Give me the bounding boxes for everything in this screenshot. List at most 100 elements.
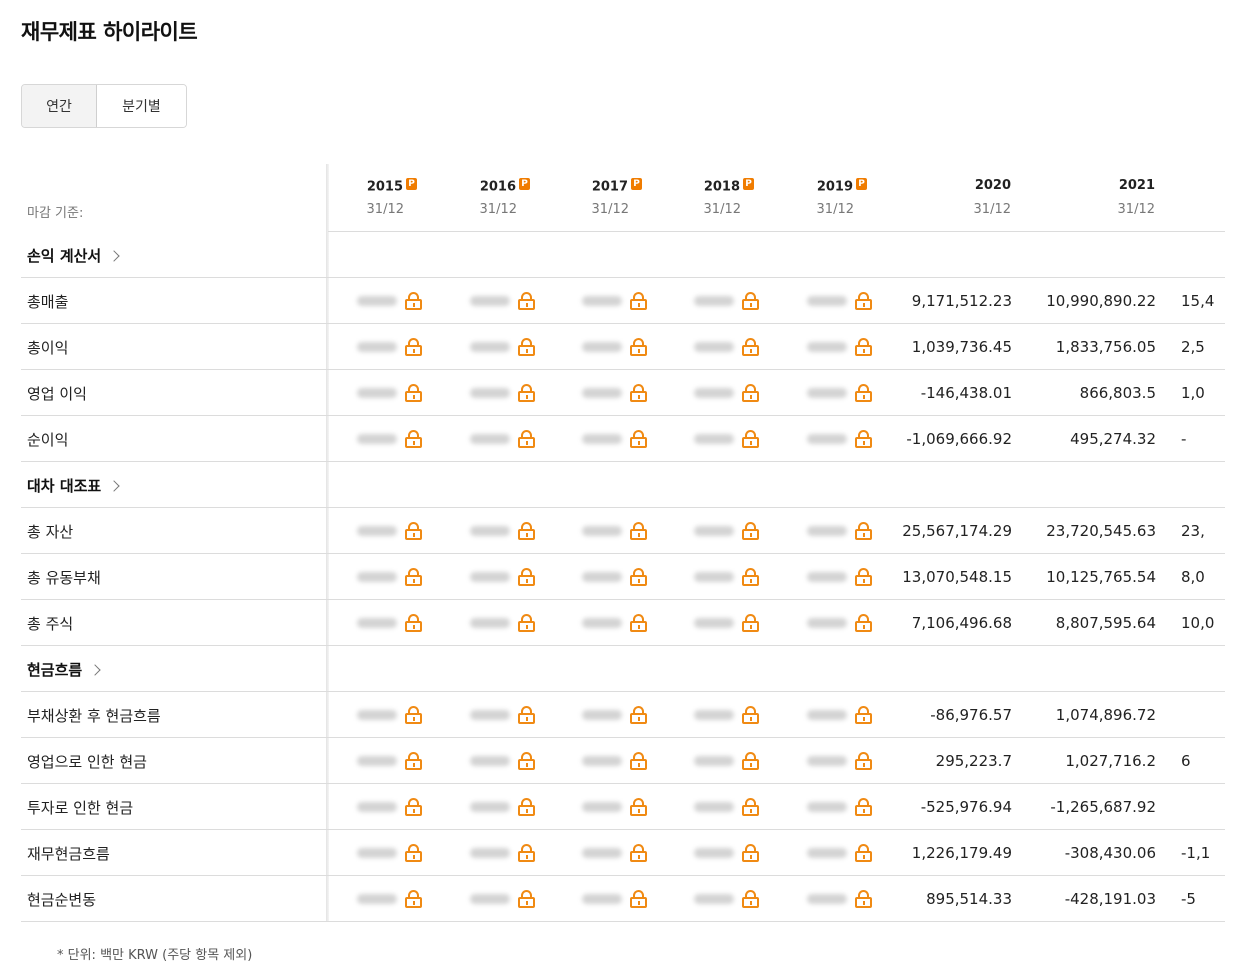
locked-value[interactable]: [470, 830, 535, 876]
locked-value[interactable]: [694, 600, 759, 646]
lock-icon[interactable]: [742, 292, 759, 310]
section-link[interactable]: 손익 계산서: [27, 232, 120, 278]
lock-icon[interactable]: [855, 614, 872, 632]
locked-value[interactable]: [807, 784, 872, 830]
locked-value[interactable]: [357, 738, 422, 784]
lock-icon[interactable]: [855, 844, 872, 862]
locked-value[interactable]: [807, 278, 872, 324]
locked-value[interactable]: [582, 278, 647, 324]
pro-badge-icon[interactable]: P: [743, 178, 754, 190]
locked-value[interactable]: [470, 416, 535, 462]
locked-value[interactable]: [357, 416, 422, 462]
locked-value[interactable]: [357, 370, 422, 416]
locked-value[interactable]: [470, 600, 535, 646]
locked-value[interactable]: [357, 278, 422, 324]
locked-value[interactable]: [582, 554, 647, 600]
lock-icon[interactable]: [855, 890, 872, 908]
lock-icon[interactable]: [405, 798, 422, 816]
lock-icon[interactable]: [518, 614, 535, 632]
locked-value[interactable]: [582, 370, 647, 416]
locked-value[interactable]: [470, 370, 535, 416]
pro-badge-icon[interactable]: P: [856, 178, 867, 190]
lock-icon[interactable]: [518, 706, 535, 724]
lock-icon[interactable]: [405, 752, 422, 770]
locked-value[interactable]: [807, 370, 872, 416]
lock-icon[interactable]: [518, 568, 535, 586]
lock-icon[interactable]: [855, 430, 872, 448]
locked-value[interactable]: [357, 784, 422, 830]
lock-icon[interactable]: [518, 338, 535, 356]
lock-icon[interactable]: [405, 292, 422, 310]
tab-annual[interactable]: 연간: [22, 85, 97, 127]
locked-value[interactable]: [470, 738, 535, 784]
lock-icon[interactable]: [630, 614, 647, 632]
lock-icon[interactable]: [405, 890, 422, 908]
locked-value[interactable]: [694, 876, 759, 922]
locked-value[interactable]: [807, 416, 872, 462]
lock-icon[interactable]: [855, 752, 872, 770]
locked-value[interactable]: [470, 784, 535, 830]
lock-icon[interactable]: [630, 384, 647, 402]
pro-badge-icon[interactable]: P: [519, 178, 530, 190]
lock-icon[interactable]: [630, 522, 647, 540]
lock-icon[interactable]: [855, 798, 872, 816]
lock-icon[interactable]: [742, 890, 759, 908]
lock-icon[interactable]: [855, 706, 872, 724]
locked-value[interactable]: [807, 830, 872, 876]
lock-icon[interactable]: [742, 844, 759, 862]
locked-value[interactable]: [694, 830, 759, 876]
lock-icon[interactable]: [405, 706, 422, 724]
locked-value[interactable]: [357, 876, 422, 922]
lock-icon[interactable]: [518, 384, 535, 402]
section-link[interactable]: 대차 대조표: [27, 462, 120, 508]
lock-icon[interactable]: [855, 522, 872, 540]
locked-value[interactable]: [694, 554, 759, 600]
locked-value[interactable]: [807, 554, 872, 600]
lock-icon[interactable]: [630, 292, 647, 310]
section-link[interactable]: 현금흐름: [27, 646, 101, 692]
lock-icon[interactable]: [518, 292, 535, 310]
locked-value[interactable]: [807, 600, 872, 646]
locked-value[interactable]: [357, 324, 422, 370]
lock-icon[interactable]: [405, 384, 422, 402]
lock-icon[interactable]: [742, 752, 759, 770]
lock-icon[interactable]: [518, 890, 535, 908]
locked-value[interactable]: [357, 554, 422, 600]
locked-value[interactable]: [582, 324, 647, 370]
lock-icon[interactable]: [855, 384, 872, 402]
lock-icon[interactable]: [405, 522, 422, 540]
pro-badge-icon[interactable]: P: [631, 178, 642, 190]
lock-icon[interactable]: [742, 706, 759, 724]
lock-icon[interactable]: [855, 292, 872, 310]
locked-value[interactable]: [694, 278, 759, 324]
lock-icon[interactable]: [742, 522, 759, 540]
locked-value[interactable]: [694, 738, 759, 784]
lock-icon[interactable]: [630, 430, 647, 448]
lock-icon[interactable]: [405, 338, 422, 356]
lock-icon[interactable]: [630, 338, 647, 356]
lock-icon[interactable]: [742, 338, 759, 356]
lock-icon[interactable]: [855, 568, 872, 586]
lock-icon[interactable]: [630, 890, 647, 908]
locked-value[interactable]: [357, 600, 422, 646]
lock-icon[interactable]: [630, 752, 647, 770]
locked-value[interactable]: [357, 508, 422, 554]
lock-icon[interactable]: [518, 844, 535, 862]
lock-icon[interactable]: [742, 430, 759, 448]
locked-value[interactable]: [694, 416, 759, 462]
lock-icon[interactable]: [630, 798, 647, 816]
locked-value[interactable]: [470, 278, 535, 324]
pro-badge-icon[interactable]: P: [406, 178, 417, 190]
lock-icon[interactable]: [855, 338, 872, 356]
tab-quarterly[interactable]: 분기별: [97, 85, 186, 127]
locked-value[interactable]: [807, 508, 872, 554]
locked-value[interactable]: [582, 692, 647, 738]
locked-value[interactable]: [470, 692, 535, 738]
locked-value[interactable]: [807, 692, 872, 738]
lock-icon[interactable]: [518, 522, 535, 540]
lock-icon[interactable]: [742, 384, 759, 402]
locked-value[interactable]: [357, 692, 422, 738]
lock-icon[interactable]: [630, 568, 647, 586]
lock-icon[interactable]: [742, 614, 759, 632]
locked-value[interactable]: [470, 876, 535, 922]
